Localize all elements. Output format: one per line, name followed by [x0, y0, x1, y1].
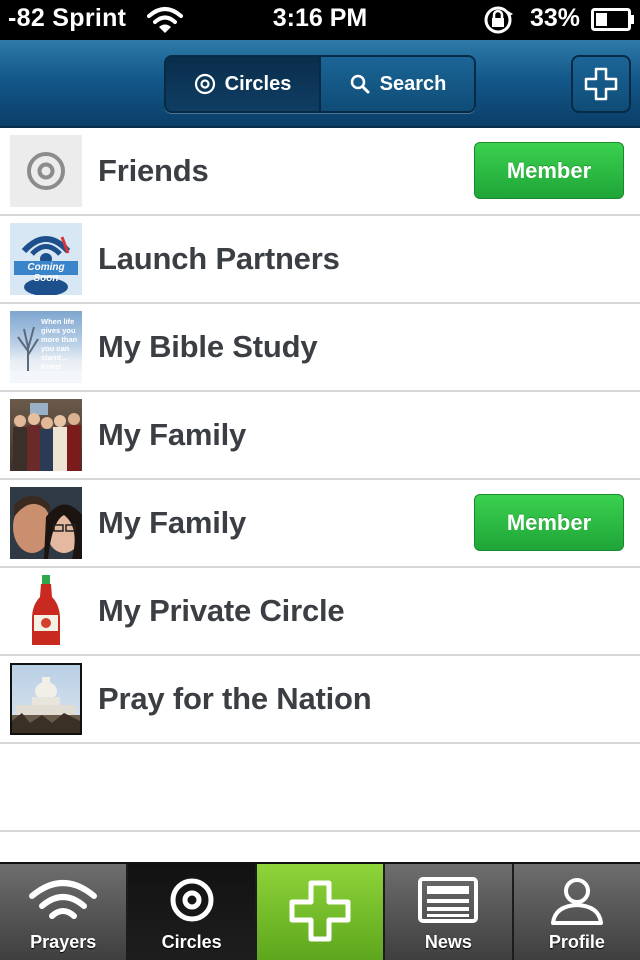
- newspaper-icon: [418, 877, 479, 923]
- circle-row-my-family-1[interactable]: My Family: [0, 392, 640, 480]
- family-group-photo: [10, 399, 82, 471]
- couple-photo: [10, 487, 82, 559]
- tab-bar: Prayers Circles News Profile: [0, 862, 640, 960]
- tab-add-prayer[interactable]: [256, 864, 386, 960]
- coming-soon-logo: Coming Soon: [10, 223, 82, 295]
- circle-name: My Bible Study: [98, 329, 318, 364]
- circle-thumbnail: [10, 135, 82, 207]
- tab-news[interactable]: News: [385, 864, 514, 960]
- circle-row-pray-for-the-nation[interactable]: Pray for the Nation: [0, 656, 640, 744]
- couple-graphic: [13, 496, 82, 559]
- tab-circles[interactable]: Circles: [128, 864, 257, 960]
- plus-icon: [584, 67, 618, 101]
- add-circle-button[interactable]: [571, 55, 631, 113]
- member-badge[interactable]: Member: [474, 494, 624, 551]
- tab-prayers[interactable]: Prayers: [0, 864, 129, 960]
- tab-news-label: News: [424, 932, 472, 952]
- tab-circles-label: Circles: [161, 932, 222, 952]
- bible-quote-text: When life gives you more than you can st…: [41, 317, 78, 371]
- circle-name: Pray for the Nation: [98, 681, 372, 716]
- coming-soon-text: Coming Soon: [27, 262, 65, 284]
- segment-search[interactable]: Search: [319, 57, 474, 111]
- capitol-graphic: [12, 677, 80, 733]
- nav-bar: Circles Search: [0, 40, 640, 128]
- circle-row-launch-partners[interactable]: Coming Soon Launch Partners: [0, 216, 640, 304]
- battery-icon: [591, 8, 634, 31]
- segment-circles[interactable]: Circles: [166, 57, 319, 111]
- tab-profile[interactable]: Profile: [513, 864, 640, 960]
- hot-sauce-bottle-graphic: [32, 575, 60, 645]
- circle-row-my-private-circle[interactable]: My Private Circle: [0, 568, 640, 656]
- target-icon: [170, 878, 214, 922]
- circle-name: My Family: [98, 505, 247, 540]
- status-bar: -82 Sprint 3:16 PM 33%: [0, 0, 640, 40]
- empty-list-row: [0, 744, 640, 832]
- circles-search-segmented-control: Circles Search: [164, 55, 476, 113]
- wifi-signal-icon: [29, 880, 98, 919]
- circles-list: Friends Member Coming Soon Launch Partne…: [0, 128, 640, 832]
- target-icon: [194, 73, 215, 95]
- member-badge[interactable]: Member: [474, 142, 624, 199]
- winter-scene-photo: When life gives you more than you can st…: [10, 311, 82, 383]
- target-icon: [27, 152, 65, 190]
- hot-sauce-bottle-photo: [10, 575, 82, 647]
- circle-row-my-bible-study[interactable]: When life gives you more than you can st…: [0, 304, 640, 392]
- rotation-lock-icon: [484, 6, 513, 34]
- circle-name: My Family: [98, 417, 247, 452]
- battery-percent: 33%: [530, 4, 581, 32]
- circle-row-my-family-2[interactable]: My Family Member: [0, 480, 640, 568]
- coming-soon-graphic: [10, 223, 82, 295]
- segment-search-label: Search: [379, 72, 447, 95]
- circle-name: Friends: [98, 153, 209, 188]
- capitol-building-photo: [10, 663, 82, 735]
- circle-name: Launch Partners: [98, 241, 340, 276]
- tab-prayers-label: Prayers: [30, 932, 97, 952]
- circle-row-friends[interactable]: Friends Member: [0, 128, 640, 216]
- tab-profile-label: Profile: [548, 932, 605, 952]
- plus-icon: [289, 880, 351, 942]
- person-icon: [550, 878, 603, 925]
- circle-name: My Private Circle: [98, 593, 345, 628]
- segment-circles-label: Circles: [224, 72, 292, 95]
- family-group-graphic: [13, 403, 81, 471]
- search-icon: [350, 74, 370, 94]
